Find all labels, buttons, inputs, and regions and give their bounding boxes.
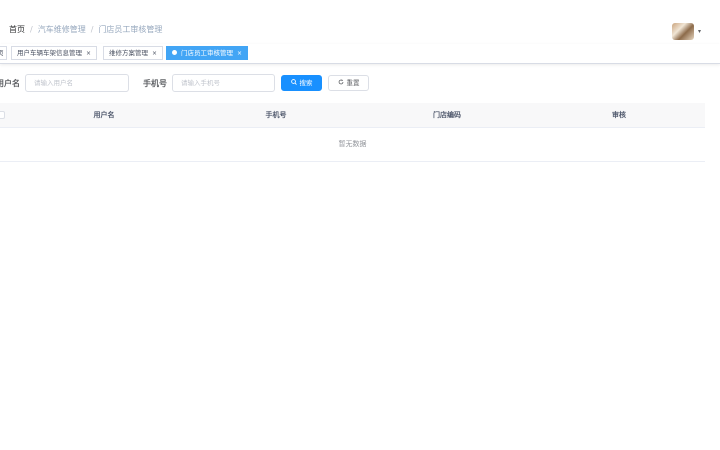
navbar: 首页 / 汽车维修管理 / 门店员工审核管理 ▾ bbox=[0, 0, 720, 44]
column-header-review: 审核 bbox=[612, 111, 626, 119]
close-icon[interactable]: × bbox=[86, 50, 91, 57]
phone-label: 手机号 bbox=[143, 79, 167, 88]
tag-store-staff-review[interactable]: 门店员工审核管理 × bbox=[166, 46, 249, 60]
close-icon[interactable]: × bbox=[152, 50, 157, 57]
search-button-label: 搜索 bbox=[299, 79, 313, 87]
column-header-store-code: 门店编码 bbox=[433, 111, 461, 119]
tag-label: 用户车辆车架信息管理 bbox=[17, 49, 82, 57]
breadcrumb: 首页 / 汽车维修管理 / 门店员工审核管理 bbox=[9, 24, 162, 35]
close-icon[interactable]: × bbox=[237, 50, 242, 57]
column-header-phone: 手机号 bbox=[265, 111, 287, 119]
user-avatar[interactable] bbox=[672, 23, 694, 40]
tag-vehicle-frame-info[interactable]: 用户车辆车架信息管理 × bbox=[11, 46, 98, 60]
tag-label: 门店员工审核管理 bbox=[181, 49, 233, 57]
caret-down-icon[interactable]: ▾ bbox=[698, 28, 701, 35]
tag-label: 维修方案管理 bbox=[109, 49, 148, 57]
tags-view: 页 用户车辆车架信息管理 × 维修方案管理 × 门店员工审核管理 × bbox=[0, 44, 720, 64]
phone-input[interactable] bbox=[172, 74, 275, 92]
column-header-username: 用户名 bbox=[93, 111, 115, 119]
table-body: 暂无数据 bbox=[0, 128, 705, 162]
select-all-checkbox[interactable] bbox=[0, 111, 5, 119]
tag-repair-plan[interactable]: 维修方案管理 × bbox=[103, 46, 164, 60]
search-icon bbox=[290, 77, 297, 91]
breadcrumb-home[interactable]: 首页 bbox=[9, 25, 25, 34]
breadcrumb-current-page: 门店员工审核管理 bbox=[98, 25, 163, 34]
search-button[interactable]: 搜索 bbox=[281, 75, 322, 91]
username-label: 用户名 bbox=[0, 79, 20, 88]
table-header: 用户名 手机号 门店编码 审核 bbox=[0, 103, 705, 128]
reset-button[interactable]: 重置 bbox=[328, 75, 369, 91]
empty-data-text: 暂无数据 bbox=[338, 140, 367, 148]
refresh-icon bbox=[338, 77, 344, 91]
active-dot-icon bbox=[172, 50, 177, 55]
reset-button-label: 重置 bbox=[346, 79, 360, 87]
tag-label: 页 bbox=[0, 49, 4, 57]
breadcrumb-separator: / bbox=[30, 25, 33, 34]
tag-home[interactable]: 页 bbox=[0, 46, 7, 60]
breadcrumb-separator: / bbox=[90, 25, 94, 34]
username-input[interactable] bbox=[25, 74, 129, 92]
breadcrumb-repair-management[interactable]: 汽车维修管理 bbox=[38, 25, 86, 34]
